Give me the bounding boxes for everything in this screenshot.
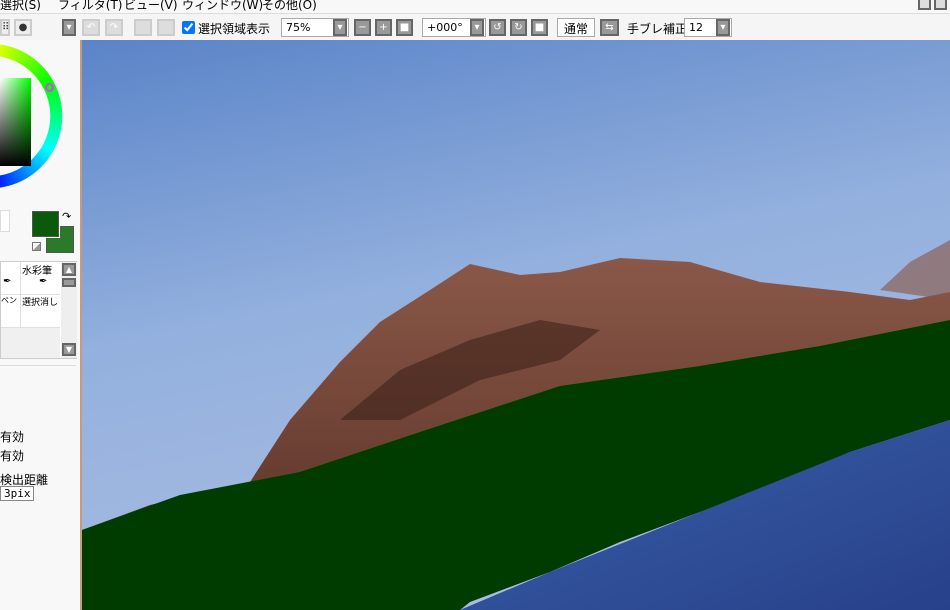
left-panel: ↷ ✒ 水彩筆 ✒ ペン 選択消し ▲ ▼ 有効 有効 検出距離 3pix — [0, 40, 82, 610]
menu-view[interactable]: ビュー(V) — [124, 0, 178, 13]
selection-display-checkbox[interactable] — [182, 21, 195, 34]
selection-display-label: 選択領域表示 — [198, 22, 271, 36]
watercolor-brush-icon: ✒ — [39, 276, 48, 287]
zoom-dropdown-icon[interactable]: ▾ — [333, 19, 347, 36]
color-tool-box[interactable] — [0, 210, 10, 232]
menu-other[interactable]: その他(O) — [262, 0, 317, 13]
deselect-button[interactable] — [134, 19, 152, 36]
tool-watercolor[interactable]: 水彩筆 — [22, 262, 52, 277]
option-enabled-2[interactable]: 有効 — [0, 447, 24, 464]
option-enabled-1[interactable]: 有効 — [0, 428, 24, 445]
undo-button[interactable]: ↶ — [82, 19, 100, 36]
mask-icon[interactable]: ● — [14, 19, 32, 36]
blend-mode-button[interactable]: 通常 — [557, 18, 595, 37]
saturation-value-square[interactable] — [0, 78, 31, 166]
rotation-dropdown-icon[interactable]: ▾ — [470, 19, 484, 36]
pen-tool-icon[interactable]: ✒ — [3, 276, 11, 287]
zoom-in-button[interactable]: + — [375, 19, 392, 36]
swap-colors-icon[interactable]: ↷ — [62, 210, 71, 223]
rotation-reset-button[interactable]: ■ — [531, 19, 548, 36]
zoom-reset-button[interactable]: ■ — [396, 19, 413, 36]
stabilizer-label: 手ブレ補正 — [627, 22, 688, 36]
tool-palette: ✒ 水彩筆 ✒ ペン 選択消し ▲ ▼ — [0, 261, 77, 359]
stabilizer-dropdown-icon[interactable]: ▾ — [716, 19, 730, 36]
grid-icon[interactable]: ⠿ — [0, 19, 10, 36]
menu-filter[interactable]: フィルタ(T) — [58, 0, 122, 13]
painting — [82, 40, 950, 610]
menu-bar: 選択(S) フィルタ(T) ビュー(V) ウィンドウ(W) その他(O) — [0, 0, 950, 14]
invert-selection-button[interactable] — [157, 19, 175, 36]
redo-button[interactable]: ↷ — [105, 19, 123, 36]
zoom-out-button[interactable]: − — [354, 19, 371, 36]
minimize-button[interactable] — [918, 0, 931, 10]
detect-distance-field[interactable]: 3pix — [0, 486, 34, 501]
flip-button[interactable]: ⇆ — [600, 19, 619, 36]
primary-color-swatch[interactable] — [31, 210, 60, 238]
menu-window[interactable]: ウィンドウ(W) — [182, 0, 263, 13]
rotate-ccw-button[interactable]: ↺ — [489, 19, 506, 36]
maximize-button[interactable] — [934, 0, 947, 10]
tool-scrollbar[interactable]: ▲ ▼ — [61, 262, 77, 358]
hue-picker[interactable] — [45, 83, 54, 92]
rotate-cw-button[interactable]: ↻ — [510, 19, 527, 36]
tool-select-erase[interactable]: 選択消し — [22, 295, 58, 308]
reset-colors-icon[interactable] — [32, 242, 41, 251]
toolbar: ⠿ ● ▾ ↶ ↷ 選択領域表示 75% ▾ − + ■ +000° ▾ ↺ ↻… — [0, 15, 950, 40]
drawing-canvas[interactable] — [82, 40, 950, 610]
menu-select[interactable]: 選択(S) — [0, 0, 41, 13]
tool-pen[interactable]: ペン — [1, 295, 17, 306]
dropdown-button[interactable]: ▾ — [62, 19, 76, 36]
